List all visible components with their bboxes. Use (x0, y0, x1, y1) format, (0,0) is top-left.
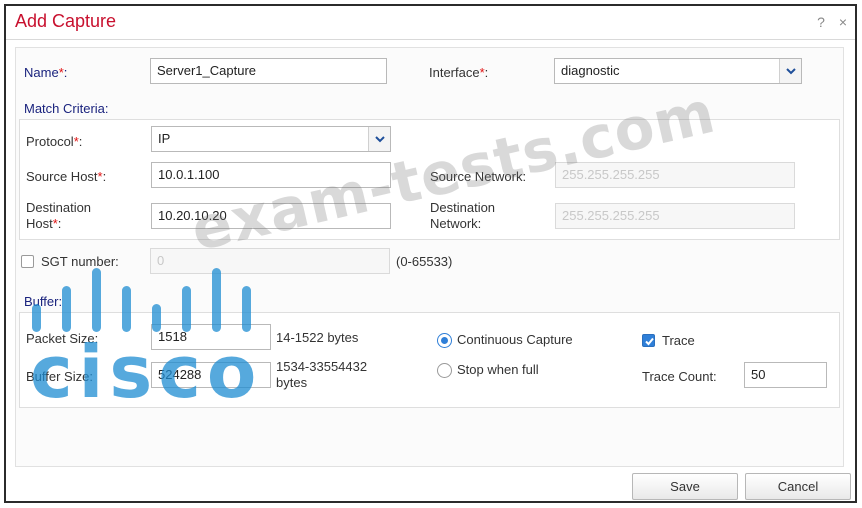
source-host-label: Source Host*: (26, 169, 106, 185)
buffer-size-range: 1534-33554432 bytes (276, 359, 367, 391)
packet-size-label: Packet Size: (26, 331, 99, 346)
destination-network-input: 255.255.255.255 (555, 203, 795, 229)
name-input[interactable]: Server1_Capture (150, 58, 387, 84)
name-label-text: Name (24, 65, 59, 80)
dialog-title: Add Capture (15, 11, 117, 31)
protocol-label-colon: : (78, 134, 83, 149)
buffer-size-range-line2: bytes (276, 375, 308, 390)
trace-count-label: Trace Count: (642, 369, 717, 384)
dialog-titlebar: Add Capture ? × (6, 6, 855, 40)
protocol-select[interactable]: IP (151, 126, 391, 152)
protocol-label: Protocol*: (26, 134, 82, 150)
buffer-size-range-line1: 1534-33554432 (276, 359, 368, 374)
match-criteria-label: Match Criteria: (24, 101, 109, 116)
destination-host-input[interactable]: 10.20.10.20 (151, 203, 391, 229)
continuous-capture-label: Continuous Capture (457, 332, 573, 347)
continuous-capture-radio[interactable] (437, 333, 452, 348)
packet-size-range: 14-1522 bytes (276, 330, 359, 345)
sgt-label: SGT number: (41, 254, 119, 269)
sgt-range-label: (0-65533) (396, 254, 453, 269)
dialog-footer: Save Cancel (6, 467, 855, 503)
destination-host-label-line2: Host*: (26, 216, 91, 232)
source-network-input: 255.255.255.255 (555, 162, 795, 188)
stop-when-full-radio[interactable] (437, 363, 452, 378)
title-actions: ? × (807, 14, 847, 30)
source-host-input[interactable]: 10.0.1.100 (151, 162, 391, 188)
destination-network-label: Destination Network: (430, 200, 495, 232)
checkmark-icon (645, 337, 654, 346)
add-capture-dialog: Add Capture ? × Name*: Server1_Capture I… (4, 4, 857, 503)
chevron-down-icon[interactable] (779, 59, 801, 83)
packet-size-input[interactable]: 1518 (151, 324, 271, 350)
interface-label: Interface*: (429, 65, 488, 81)
destination-host-label-colon: : (57, 216, 62, 231)
match-criteria-group: Protocol*: IP Source Host*: 10.0.1.100 S… (19, 119, 840, 240)
chevron-down-icon[interactable] (368, 127, 390, 151)
name-label: Name*: (24, 65, 67, 81)
stop-when-full-label: Stop when full (457, 362, 539, 377)
source-host-label-colon: : (102, 169, 107, 184)
protocol-select-value: IP (158, 131, 171, 146)
interface-label-colon: : (484, 65, 489, 80)
source-host-label-text: Source Host (26, 169, 98, 184)
buffer-group: Packet Size: 1518 14-1522 bytes Buffer S… (19, 312, 840, 408)
close-icon[interactable]: × (839, 14, 847, 30)
interface-label-text: Interface (429, 65, 480, 80)
destination-host-label-line1: Destination (26, 200, 92, 215)
buffer-label: Buffer: (24, 294, 63, 309)
trace-count-input[interactable]: 50 (744, 362, 827, 388)
interface-select-value: diagnostic (561, 63, 620, 78)
name-label-colon: : (63, 65, 68, 80)
buffer-size-input[interactable]: 524288 (151, 362, 271, 388)
destination-network-label-line2: Network: (430, 216, 482, 231)
protocol-label-text: Protocol (26, 134, 74, 149)
destination-host-label-text: Host (26, 216, 53, 231)
sgt-checkbox[interactable] (21, 255, 34, 268)
trace-checkbox[interactable] (642, 334, 655, 347)
source-network-label: Source Network: (430, 169, 527, 184)
destination-host-label: Destination Host*: (26, 200, 91, 232)
buffer-size-label: Buffer Size: (26, 369, 93, 384)
dialog-body: Name*: Server1_Capture Interface*: diagn… (15, 47, 844, 467)
sgt-input: 0 (150, 248, 390, 274)
trace-label: Trace (662, 333, 695, 348)
interface-select[interactable]: diagnostic (554, 58, 802, 84)
destination-network-label-line1: Destination (430, 200, 496, 215)
cancel-button[interactable]: Cancel (745, 473, 851, 500)
help-icon[interactable]: ? (817, 14, 825, 30)
save-button[interactable]: Save (632, 473, 738, 500)
